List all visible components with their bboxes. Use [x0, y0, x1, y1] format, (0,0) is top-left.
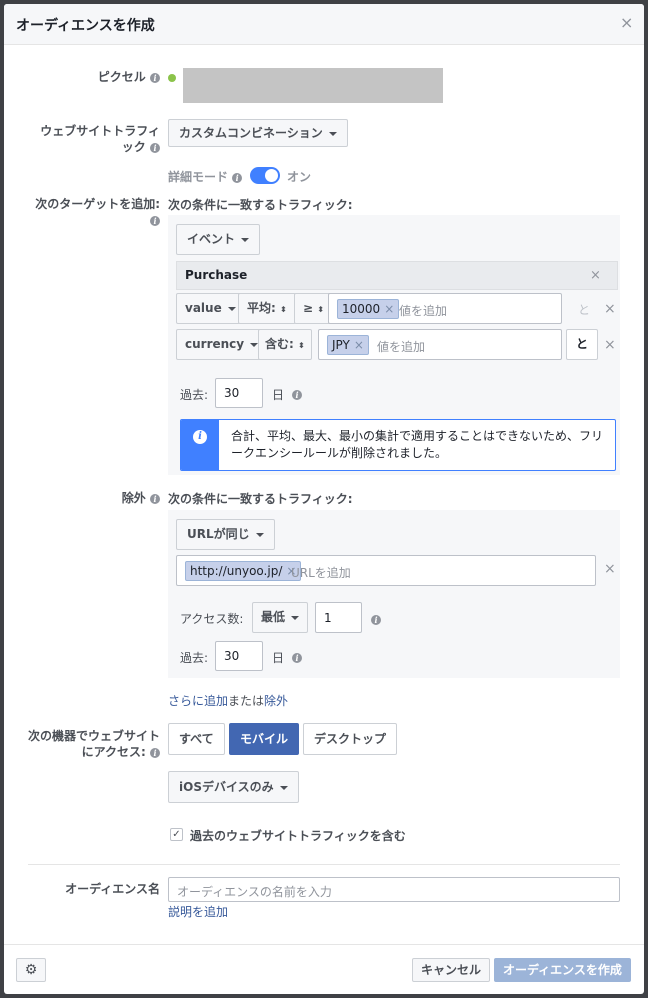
days-unit: 日	[272, 651, 285, 665]
info-icon: i	[193, 430, 207, 444]
event-header: Purchase ×	[176, 261, 618, 290]
info-icon[interactable]: i	[150, 747, 160, 758]
remove-token-icon[interactable]: ×	[354, 338, 364, 352]
info-icon[interactable]: i	[150, 72, 160, 83]
dialog-title: オーディエンスを作成	[16, 18, 155, 34]
remove-rule-icon[interactable]: ×	[604, 338, 616, 352]
cancel-button[interactable]: キャンセル	[412, 958, 491, 982]
remove-url-rule-icon[interactable]: ×	[604, 562, 616, 576]
info-icon[interactable]: i	[150, 215, 160, 226]
sort-arrows-icon: ⬍	[317, 305, 324, 314]
divider	[28, 864, 620, 865]
url-placeholder: URLを追加	[291, 566, 351, 580]
exclude-panel: URLが同じ http://unyoo.jp/× URLを追加 × アクセス数:…	[168, 510, 620, 678]
currency-placeholder: 値を追加	[377, 340, 426, 354]
currency-token: JPY ×	[327, 335, 369, 355]
add-more-link[interactable]: さらに追加	[168, 694, 228, 708]
detail-mode-label: 詳細モード i	[168, 168, 243, 185]
and-label: と	[578, 303, 591, 317]
info-icon[interactable]: i	[292, 650, 302, 664]
access-op-dropdown[interactable]: 最低	[252, 602, 309, 633]
param-dropdown-currency[interactable]: currency	[176, 329, 268, 360]
create-audience-button[interactable]: オーディエンスを作成	[494, 958, 631, 982]
audience-name-label: オーディエンス名	[65, 882, 160, 896]
chevron-down-icon	[227, 306, 236, 311]
toggle-state-text: オン	[287, 170, 312, 184]
chevron-down-icon	[279, 785, 288, 790]
dialog-header: オーディエンスを作成 ×	[4, 4, 644, 45]
past-days-value: 30	[224, 649, 240, 663]
include-condition: 次の条件に一致するトラフィック:	[168, 198, 353, 212]
add-description-link[interactable]: 説明を追加	[168, 903, 228, 920]
exclude-label: 除外 i	[64, 490, 160, 506]
exclude-past-days-input[interactable]: 30	[215, 641, 263, 671]
access-count-value: 1	[324, 611, 332, 625]
past-days-value: 30	[224, 386, 240, 400]
aggregation-dropdown[interactable]: 平均: ⬍	[238, 293, 296, 324]
chevron-down-icon	[255, 532, 264, 537]
exclude-type-dropdown[interactable]: URLが同じ	[176, 519, 275, 550]
value-input[interactable]: 10000 × 値を追加	[328, 293, 562, 324]
include-type-dropdown[interactable]: イベント	[176, 224, 261, 255]
include-panel: イベント Purchase × value 平均: ⬍ ≥ ⬍ 10000 × 値…	[168, 215, 620, 475]
notice-box: i 合計、平均、最大、最小の集計で適用することはできないため、フリークエンシール…	[180, 419, 616, 471]
chevron-down-icon	[291, 615, 300, 620]
create-audience-dialog: オーディエンスを作成 × ピクセル i ウェブサイトトラフィ ック i カスタムコ…	[4, 4, 644, 994]
notice-text: 合計、平均、最大、最小の集計で適用することはできないため、フリークエンシールール…	[231, 429, 604, 460]
footer-divider	[4, 944, 644, 945]
chevron-down-icon	[241, 237, 250, 242]
chevron-down-icon	[250, 342, 259, 347]
days-unit: 日	[272, 388, 285, 402]
past-traffic-checkbox[interactable]: ✓	[170, 828, 183, 841]
audience-name-placeholder: オーディエンスの名前を入力	[177, 885, 332, 899]
info-icon[interactable]: i	[232, 172, 243, 183]
sort-arrows-icon: ⬍	[298, 341, 305, 350]
or-text: または	[228, 694, 265, 708]
close-icon[interactable]: ×	[620, 15, 633, 31]
pixel-status-dot	[168, 74, 176, 82]
gear-icon[interactable]: ⚙	[16, 958, 46, 982]
device-desktop-button[interactable]: デスクトップ	[303, 723, 398, 755]
info-icon[interactable]: i	[150, 493, 160, 504]
traffic-dropdown[interactable]: カスタムコンビネーション	[168, 119, 348, 147]
detail-mode-toggle[interactable]	[250, 167, 280, 184]
value-token: 10000 ×	[337, 299, 400, 319]
notice-icon-strip: i	[181, 420, 219, 470]
include-label: 次のターゲットを追加: i	[35, 197, 160, 226]
traffic-label: ウェブサイトトラフィ ック i	[40, 124, 160, 154]
value-placeholder: 値を追加	[399, 304, 448, 318]
device-mobile-button[interactable]: モバイル	[229, 723, 300, 755]
past-days-input[interactable]: 30	[215, 378, 263, 408]
pixel-name-redacted	[183, 68, 443, 103]
audience-name-input[interactable]: オーディエンスの名前を入力	[168, 877, 620, 902]
info-icon[interactable]: i	[371, 612, 381, 626]
past-label: 過去:	[180, 651, 209, 665]
add-more-row: さらに追加または除外	[168, 692, 288, 709]
url-token: http://unyoo.jp/×	[185, 561, 302, 581]
exclude-condition: 次の条件に一致するトラフィック:	[168, 492, 353, 506]
device-label: 次の機器でウェブサイト にアクセス: i	[27, 729, 160, 759]
url-input[interactable]: http://unyoo.jp/× URLを追加	[176, 555, 596, 586]
remove-token-icon[interactable]: ×	[384, 302, 394, 316]
currency-input[interactable]: JPY × 値を追加	[318, 329, 562, 360]
pixel-label: ピクセル i	[64, 69, 160, 85]
info-icon[interactable]: i	[292, 387, 302, 401]
access-count-label: アクセス数:	[180, 612, 244, 626]
device-all-button[interactable]: すべて	[168, 723, 225, 755]
contains-dropdown[interactable]: 含む: ⬍	[258, 329, 312, 360]
past-label: 過去:	[180, 388, 209, 402]
info-icon[interactable]: i	[150, 142, 160, 153]
param-dropdown-value[interactable]: value	[176, 293, 245, 324]
sort-arrows-icon: ⬍	[280, 305, 287, 314]
ios-only-dropdown[interactable]: iOSデバイスのみ	[168, 771, 299, 803]
exclude-link[interactable]: 除外	[264, 694, 288, 708]
event-name: Purchase	[185, 268, 248, 282]
access-count-input[interactable]: 1	[315, 602, 362, 633]
remove-event-icon[interactable]: ×	[590, 269, 601, 283]
past-traffic-label: 過去のウェブサイトトラフィックを含む	[190, 829, 406, 843]
remove-rule-icon[interactable]: ×	[604, 302, 616, 316]
and-button[interactable]: と	[566, 329, 599, 360]
chevron-down-icon	[328, 131, 337, 136]
